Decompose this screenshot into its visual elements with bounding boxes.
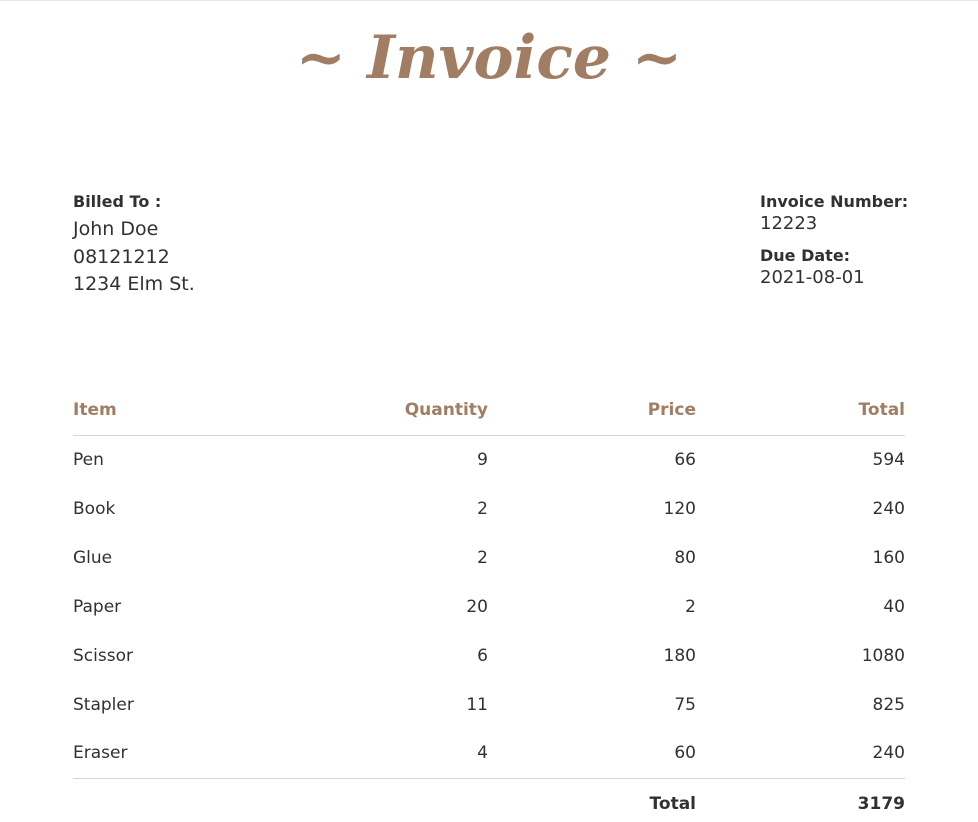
cell-price: 2 bbox=[685, 596, 696, 617]
cell-price: 66 bbox=[674, 449, 696, 470]
cell-total: 240 bbox=[696, 729, 905, 779]
due-date: 2021-08-01 bbox=[760, 267, 865, 288]
cell-item: Pen bbox=[73, 449, 104, 470]
table-header-row: Item Quantity Price Total bbox=[73, 385, 905, 436]
cell-item: Eraser bbox=[73, 729, 303, 779]
customer-address: 1234 Elm St. bbox=[73, 273, 195, 295]
customer-phone: 08121212 bbox=[73, 245, 170, 268]
cell-quantity: 2 bbox=[477, 547, 488, 568]
table-row: Scissor 6 180 1080 bbox=[73, 631, 905, 680]
table-footer-row: Total 3179 bbox=[73, 778, 905, 822]
table-row: Eraser 4 60 240 bbox=[73, 729, 905, 779]
top-divider bbox=[0, 0, 978, 1]
due-date-label: Due Date: bbox=[760, 246, 851, 265]
cell-quantity: 6 bbox=[477, 645, 488, 666]
billed-to-label: Billed To : bbox=[73, 192, 162, 211]
cell-price: 60 bbox=[488, 729, 696, 779]
cell-total: 240 bbox=[872, 498, 905, 519]
cell-quantity: 20 bbox=[466, 596, 488, 617]
cell-item: Stapler bbox=[73, 694, 134, 715]
cell-item: Paper bbox=[73, 596, 122, 617]
cell-item: Scissor bbox=[73, 645, 133, 666]
invoice-meta-block: Invoice Number: 12223 Due Date: 2021-08-… bbox=[760, 192, 908, 290]
header-quantity: Quantity bbox=[303, 385, 488, 436]
cell-price: 120 bbox=[663, 498, 696, 519]
table-row: Paper 20 2 40 bbox=[73, 582, 905, 631]
cell-quantity: 11 bbox=[466, 694, 488, 715]
header-price: Price bbox=[488, 385, 696, 436]
cell-total: 160 bbox=[872, 547, 905, 568]
billed-to-block: Billed To : John Doe 08121212 1234 Elm S… bbox=[73, 192, 195, 299]
table-row: Glue 2 80 160 bbox=[73, 533, 905, 582]
cell-price: 80 bbox=[674, 547, 696, 568]
footer-total-label: Total bbox=[649, 794, 696, 815]
cell-total: 594 bbox=[872, 449, 905, 470]
table-row: Stapler 11 75 825 bbox=[73, 680, 905, 729]
cell-quantity: 9 bbox=[477, 449, 488, 470]
footer-total-value: 3179 bbox=[857, 794, 905, 815]
invoice-number-label: Invoice Number: bbox=[760, 192, 909, 211]
cell-item: Book bbox=[73, 498, 116, 519]
table-row: Pen 9 66 594 bbox=[73, 435, 905, 484]
invoice-title: ~ Invoice ~ bbox=[295, 23, 683, 93]
table-row: Book 2 120 240 bbox=[73, 484, 905, 533]
cell-price: 75 bbox=[674, 694, 696, 715]
cell-item: Glue bbox=[73, 547, 113, 568]
invoice-number: 12223 bbox=[760, 213, 818, 234]
cell-total: 1080 bbox=[861, 645, 905, 666]
customer-name: John Doe bbox=[73, 218, 159, 240]
cell-total: 40 bbox=[883, 596, 905, 617]
cell-price: 180 bbox=[663, 645, 696, 666]
invoice-items-table: Item Quantity Price Total Pen 9 66 594 B… bbox=[73, 385, 905, 822]
header-total: Total bbox=[696, 385, 905, 436]
cell-total: 825 bbox=[872, 694, 905, 715]
header-item: Item bbox=[73, 385, 303, 436]
cell-quantity: 2 bbox=[477, 498, 488, 519]
cell-quantity: 4 bbox=[303, 729, 488, 779]
